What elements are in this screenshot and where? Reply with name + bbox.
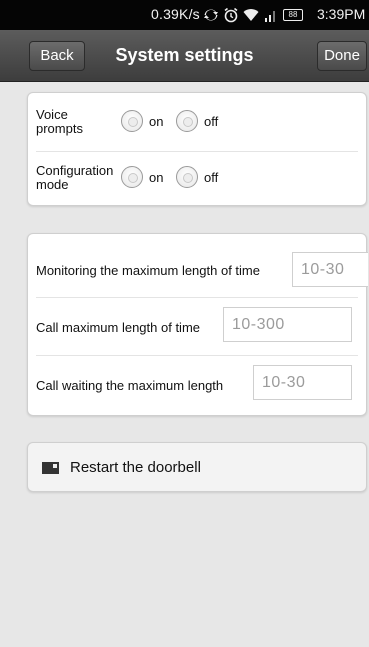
nav-bar: Back System settings Done [0, 30, 369, 82]
call-max-label: Call maximum length of time [36, 320, 200, 335]
configuration-mode-on-label: on [149, 170, 164, 185]
voice-prompts-on-radio[interactable] [121, 110, 143, 132]
call-waiting-max-input[interactable]: 10-30 [253, 365, 352, 400]
configuration-mode-off-radio[interactable] [176, 166, 198, 188]
back-button-label: Back [40, 47, 74, 64]
clock: 3:39PM [317, 6, 366, 22]
configuration-mode-label: Configuration mode [36, 163, 114, 192]
call-waiting-max-label: Call waiting the maximum length [36, 378, 224, 393]
configuration-mode-on-radio[interactable] [121, 166, 143, 188]
voice-prompts-off-radio[interactable] [176, 110, 198, 132]
alarm-icon [224, 7, 238, 23]
doorbell-icon [42, 462, 59, 474]
done-button[interactable]: Done [317, 41, 367, 71]
network-speed: 0.39K/s [151, 6, 200, 22]
voice-prompts-row: Voice prompts on off [28, 93, 366, 150]
configuration-mode-row: Configuration mode on off [28, 152, 366, 206]
monitoring-max-input[interactable]: 10-30 [292, 252, 368, 287]
voice-prompts-label: Voice prompts [36, 107, 83, 136]
call-max-input[interactable]: 10-300 [223, 307, 352, 342]
status-bar: 0.39K/s 88 3:39PM [0, 0, 369, 30]
restart-doorbell-label: Restart the doorbell [70, 459, 201, 476]
battery-icon: 88 [283, 9, 303, 21]
toggle-settings-card: Voice prompts on off Configuration mode … [27, 92, 367, 206]
restart-doorbell-button[interactable]: Restart the doorbell [27, 442, 367, 492]
status-icons: 88 [203, 3, 303, 27]
signal-icon [265, 11, 275, 22]
voice-prompts-on-label: on [149, 114, 164, 129]
sync-icon [204, 9, 218, 21]
wifi-icon [243, 9, 259, 21]
voice-prompts-off-label: off [204, 114, 219, 129]
monitoring-max-label: Monitoring the maximum length of time [36, 263, 260, 278]
time-limits-card: Monitoring the maximum length of time 10… [27, 233, 368, 416]
divider [36, 297, 358, 298]
divider [36, 355, 358, 356]
configuration-mode-off-label: off [204, 170, 219, 185]
